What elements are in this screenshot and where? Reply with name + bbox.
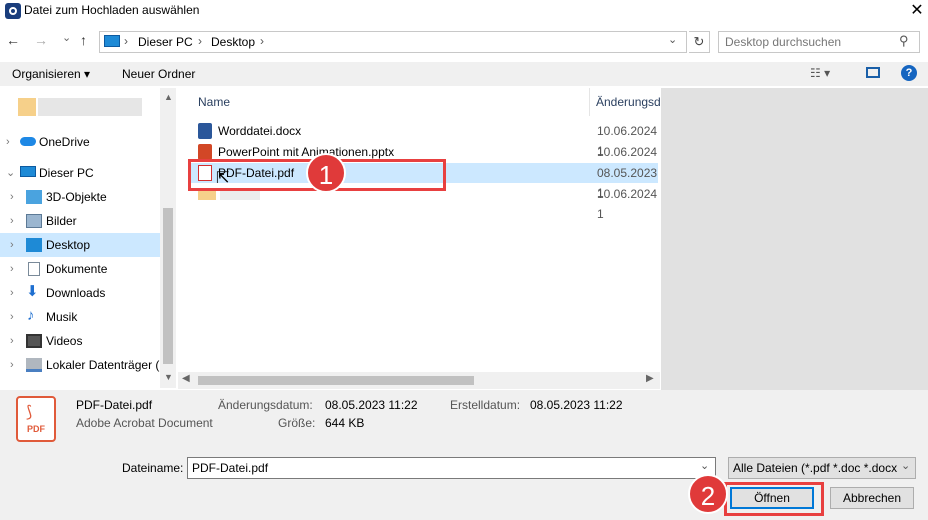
download-icon: ⬇ xyxy=(26,283,39,300)
breadcrumb-dieser-pc[interactable]: Dieser PC xyxy=(138,35,193,49)
breadcrumb-separator: › xyxy=(198,34,202,48)
sidebar-item-videos[interactable]: › Videos xyxy=(0,329,160,353)
step-marker-2: 2 xyxy=(688,474,728,514)
scroll-down-icon[interactable]: ▼ xyxy=(164,372,173,382)
details-type: Adobe Acrobat Document xyxy=(76,416,213,430)
recent-locations-button[interactable]: ⌄ xyxy=(62,31,71,44)
search-icon[interactable]: ⚲ xyxy=(899,33,909,49)
sidebar-item-dokumente[interactable]: › Dokumente xyxy=(0,257,160,281)
sidebar-item-downloads[interactable]: › ⬇ Downloads xyxy=(0,281,160,305)
search-input[interactable]: Desktop durchsuchen xyxy=(725,35,841,49)
sidebar-item-onedrive[interactable]: › OneDrive xyxy=(0,130,160,154)
scroll-up-icon[interactable]: ▲ xyxy=(164,92,173,102)
created-label: Erstelldatum: xyxy=(450,398,521,412)
documents-icon xyxy=(28,262,40,276)
sidebar-item-musik[interactable]: › ♪ Musik xyxy=(0,305,160,329)
app-icon xyxy=(5,3,21,19)
window-title: Datei zum Hochladen auswählen xyxy=(24,3,200,17)
column-header-name[interactable]: Name xyxy=(198,95,230,109)
file-list: Name Änderungsd Worddatei.docx 10.06.202… xyxy=(178,88,661,373)
filename-input[interactable]: PDF-Datei.pdf ⌄ xyxy=(187,457,716,479)
scrollbar-thumb[interactable] xyxy=(163,208,173,364)
filename-label: Dateiname: xyxy=(122,461,184,475)
sidebar-item-lokaler-datentraeger[interactable]: › Lokaler Datenträger (C xyxy=(0,353,168,377)
modified-label: Änderungsdatum: xyxy=(218,398,313,412)
horizontal-scrollbar[interactable]: ◀ ▶ xyxy=(178,372,660,389)
chevron-down-icon[interactable]: ⌄ xyxy=(700,459,709,472)
video-icon xyxy=(26,334,42,348)
cube-icon xyxy=(26,190,42,204)
pc-icon xyxy=(104,35,120,47)
view-options-icon[interactable]: ☷ ▾ xyxy=(810,66,830,80)
music-icon: ♪ xyxy=(27,307,35,324)
column-header-date[interactable]: Änderungsd xyxy=(596,95,661,109)
details-pane: ⟆ PDF PDF-Datei.pdf Adobe Acrobat Docume… xyxy=(0,390,928,448)
step-marker-1: 1 xyxy=(306,153,346,193)
blurred-entry xyxy=(38,98,142,116)
navigation-pane: › OneDrive ⌄ Dieser PC › 3D-Objekte › Bi… xyxy=(0,88,176,388)
mouse-cursor-icon: ⇱ xyxy=(216,170,230,187)
scroll-left-icon[interactable]: ◀ xyxy=(182,373,190,384)
desktop-icon xyxy=(26,238,42,252)
size-label: Größe: xyxy=(278,416,316,430)
cloud-icon xyxy=(20,137,36,146)
file-row-worddatei[interactable]: Worddatei.docx 10.06.2024 1 xyxy=(188,121,658,158)
help-icon[interactable]: ? xyxy=(901,65,917,81)
powerpoint-icon xyxy=(198,144,212,160)
pdf-large-icon: ⟆ PDF xyxy=(16,396,56,442)
user-folder-icon xyxy=(18,98,36,116)
pc-icon xyxy=(20,166,36,177)
up-button[interactable]: ↑ xyxy=(80,32,87,48)
created-value: 08.05.2023 11:22 xyxy=(530,398,623,412)
breadcrumb-desktop[interactable]: Desktop xyxy=(211,35,255,49)
sidebar-item-bilder[interactable]: › Bilder xyxy=(0,209,160,233)
chevron-down-icon: ⌄ xyxy=(901,460,911,472)
sidebar-scrollbar[interactable]: ▲ ▼ xyxy=(160,88,176,388)
address-bar[interactable]: › Dieser PC › Desktop › ⌄ xyxy=(99,31,687,53)
sidebar-item-desktop[interactable]: › Desktop xyxy=(0,233,160,257)
preview-pane-icon[interactable] xyxy=(866,67,880,78)
organize-button[interactable]: Organisieren ▾ xyxy=(12,67,90,81)
highlight-box-open xyxy=(724,482,824,516)
drive-icon xyxy=(26,358,42,372)
chevron-down-icon[interactable]: ⌄ xyxy=(668,33,677,46)
scroll-right-icon[interactable]: ▶ xyxy=(646,373,654,384)
forward-button[interactable]: → xyxy=(34,32,48,48)
sidebar-item-dieser-pc[interactable]: ⌄ Dieser PC xyxy=(0,161,160,185)
new-folder-button[interactable]: Neuer Ordner xyxy=(122,67,195,81)
file-type-filter[interactable]: Alle Dateien (*.pdf *.doc *.docx ⌄ xyxy=(728,457,916,479)
size-value: 644 KB xyxy=(325,416,365,430)
modified-value: 08.05.2023 11:22 xyxy=(325,398,418,412)
cancel-button[interactable]: Abbrechen xyxy=(830,487,914,509)
back-button[interactable]: ← xyxy=(6,32,20,48)
pictures-icon xyxy=(26,214,42,228)
close-button[interactable]: ✕ xyxy=(906,0,928,20)
breadcrumb-separator: › xyxy=(124,34,128,48)
details-filename: PDF-Datei.pdf xyxy=(76,398,153,412)
word-icon xyxy=(198,123,212,139)
empty-area xyxy=(661,88,928,390)
toolbar: Organisieren ▾ Neuer Ordner ☷ ▾ ? xyxy=(0,62,928,86)
scrollbar-thumb[interactable] xyxy=(198,376,474,385)
breadcrumb-separator: › xyxy=(260,34,264,48)
sidebar-item-3d-objekte[interactable]: › 3D-Objekte xyxy=(0,185,160,209)
search-box[interactable]: Desktop durchsuchen ⚲ xyxy=(718,31,920,53)
refresh-button[interactable]: ↻ xyxy=(689,31,710,53)
column-divider xyxy=(589,88,590,116)
